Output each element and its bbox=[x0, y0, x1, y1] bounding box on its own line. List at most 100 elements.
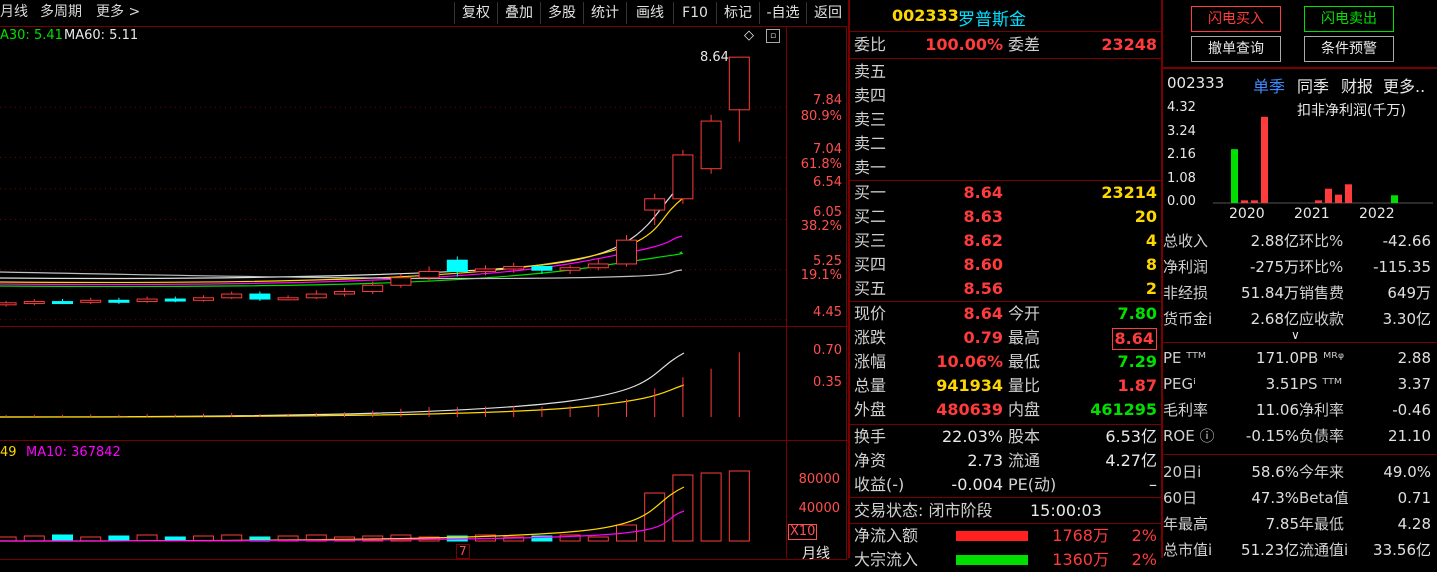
fin-value: 2.88 bbox=[1397, 349, 1431, 367]
fin-label: ROE ⓘ bbox=[1163, 427, 1215, 445]
volume-unit-badge: X10 bbox=[788, 524, 818, 540]
ma30-legend: A30: 5.41 bbox=[0, 28, 63, 43]
candle-body[interactable] bbox=[390, 277, 412, 286]
sell-level-row[interactable]: 卖四 bbox=[850, 84, 1161, 108]
tab-more[interactable]: 更多.. bbox=[1383, 73, 1425, 97]
buy-level-row[interactable]: 买四 8.60 8 bbox=[850, 253, 1161, 277]
candle-body[interactable] bbox=[418, 270, 440, 279]
tab-report[interactable]: 财报 bbox=[1341, 73, 1373, 97]
fin-value: 58.6% bbox=[1251, 463, 1299, 481]
stat-label: 最高 bbox=[1008, 328, 1041, 347]
candle-body[interactable] bbox=[52, 301, 73, 305]
candle-body[interactable] bbox=[334, 291, 355, 295]
stat-value: 6.53亿 bbox=[1105, 427, 1157, 446]
fin-value: 33.56亿 bbox=[1373, 541, 1431, 559]
buy-level-row[interactable]: 买三 8.62 4 bbox=[850, 229, 1161, 253]
candle-body[interactable] bbox=[728, 56, 750, 111]
candle-body[interactable] bbox=[221, 293, 243, 299]
flash-buy-button[interactable]: 闪电买入 bbox=[1191, 6, 1281, 32]
flow-percent: 2% bbox=[1131, 526, 1157, 545]
price-axis-label: 4.45 bbox=[813, 305, 842, 320]
price-axis-label: 6.54 bbox=[813, 175, 842, 190]
candle-body[interactable] bbox=[108, 299, 130, 303]
fin-label: PEGⁱ bbox=[1163, 375, 1196, 393]
indicator-axis-label: 0.70 bbox=[813, 343, 842, 358]
mark-button[interactable]: 标记 bbox=[716, 2, 759, 24]
profit-bar bbox=[1325, 188, 1332, 203]
fin-value: -115.35 bbox=[1373, 258, 1431, 276]
buy-volume: 4 bbox=[1145, 231, 1157, 250]
candle-body[interactable] bbox=[587, 263, 609, 269]
fuquan-button[interactable]: 复权 bbox=[454, 2, 497, 24]
buy-level-row[interactable]: 买一 8.64 23214 bbox=[850, 181, 1161, 205]
ma60-legend: MA60: 5.11 bbox=[64, 28, 139, 43]
money-flow-row: 大宗流入 1360万 2% bbox=[850, 548, 1161, 572]
candle-body[interactable] bbox=[700, 120, 722, 170]
statistics-button[interactable]: 统计 bbox=[583, 2, 626, 24]
quote-stat2-row: 收益(-) -0.004 PE(动) – bbox=[850, 473, 1161, 497]
candle-body[interactable] bbox=[503, 265, 525, 270]
fin-value: 4.28 bbox=[1397, 515, 1431, 533]
candle-body[interactable] bbox=[164, 298, 186, 302]
candle-body[interactable] bbox=[531, 265, 553, 271]
buy-price: 8.60 bbox=[963, 255, 1003, 274]
flash-sell-button[interactable]: 闪电卖出 bbox=[1304, 6, 1394, 32]
buy-level-row[interactable]: 买二 8.63 20 bbox=[850, 205, 1161, 229]
profit-bar bbox=[1251, 200, 1258, 203]
tab-single-quarter[interactable]: 单季 bbox=[1253, 73, 1285, 97]
indicator-axis-label: 0.35 bbox=[813, 375, 842, 390]
stat-label: 净资 bbox=[854, 451, 887, 470]
more-menu[interactable]: 更多 > bbox=[96, 0, 140, 25]
draw-line-button[interactable]: 画线 bbox=[626, 2, 673, 24]
stat-value: 1.87 bbox=[1117, 376, 1157, 395]
overlay-button[interactable]: 叠加 bbox=[497, 2, 540, 24]
volume-axis-label: 80000 bbox=[798, 472, 840, 487]
fin-value: 7.85 bbox=[1265, 515, 1299, 533]
price-axis-label: 80.9% bbox=[800, 109, 842, 124]
fin-value: 3.37 bbox=[1397, 375, 1431, 393]
multi-period-button[interactable]: 多周期 bbox=[40, 0, 82, 25]
diamond-icon[interactable]: ◇ bbox=[744, 28, 754, 43]
add-watchlist-button[interactable]: -自选 bbox=[759, 2, 806, 24]
candle-body[interactable] bbox=[475, 268, 496, 272]
sell-level-row[interactable]: 卖一 bbox=[850, 156, 1161, 180]
mini-x-label: 2021 bbox=[1294, 206, 1330, 222]
stock-name[interactable]: 罗普斯金 bbox=[958, 5, 1026, 30]
candle-body[interactable] bbox=[672, 154, 694, 200]
candle-body[interactable] bbox=[362, 284, 384, 293]
fin-label: 货币金i bbox=[1163, 310, 1213, 328]
volume-bar bbox=[136, 534, 158, 542]
profit-bar bbox=[1315, 200, 1322, 203]
candle-body[interactable] bbox=[277, 297, 299, 301]
cancel-query-button[interactable]: 撤单查询 bbox=[1191, 36, 1281, 62]
f10-button[interactable]: F10 bbox=[673, 2, 716, 24]
candle-body[interactable] bbox=[559, 267, 581, 271]
candle-body[interactable] bbox=[136, 298, 158, 303]
candle-body[interactable] bbox=[249, 293, 271, 300]
sell-level-row[interactable]: 卖三 bbox=[850, 108, 1161, 132]
tab-same-quarter[interactable]: 同季 bbox=[1297, 73, 1329, 97]
window-toggle-icon[interactable]: ▫ bbox=[766, 29, 780, 43]
condition-alert-button[interactable]: 条件预警 bbox=[1304, 36, 1394, 62]
candle-body[interactable] bbox=[23, 301, 45, 305]
candle-body[interactable] bbox=[446, 259, 468, 272]
weibi-row: 委比 100.00% 委差 23248 bbox=[854, 35, 1157, 54]
price-axis-label: 7.84 bbox=[813, 93, 842, 108]
multi-stock-button[interactable]: 多股 bbox=[540, 2, 583, 24]
fin-label: 环比% bbox=[1299, 232, 1344, 250]
candle-body[interactable] bbox=[644, 198, 666, 211]
sell-level-row[interactable]: 卖二 bbox=[850, 132, 1161, 156]
back-button[interactable]: 返回 bbox=[806, 2, 849, 24]
candle-body[interactable] bbox=[305, 293, 327, 299]
buy-level-row[interactable]: 买五 8.56 2 bbox=[850, 277, 1161, 301]
candle-body[interactable] bbox=[616, 239, 637, 265]
sell-level-label: 卖二 bbox=[854, 134, 887, 153]
stat-label: 外盘 bbox=[854, 400, 887, 419]
expand-chevron-icon[interactable]: ∨ bbox=[1291, 328, 1300, 342]
candle-body[interactable] bbox=[80, 299, 102, 303]
sell-level-row[interactable]: 卖五 bbox=[850, 60, 1161, 84]
period-monthly[interactable]: 月线 bbox=[0, 0, 28, 25]
candle-body[interactable] bbox=[0, 302, 17, 306]
candle-body[interactable] bbox=[193, 297, 214, 301]
quote-stat-row: 涨幅 10.06% 最低 7.29 bbox=[850, 350, 1161, 374]
